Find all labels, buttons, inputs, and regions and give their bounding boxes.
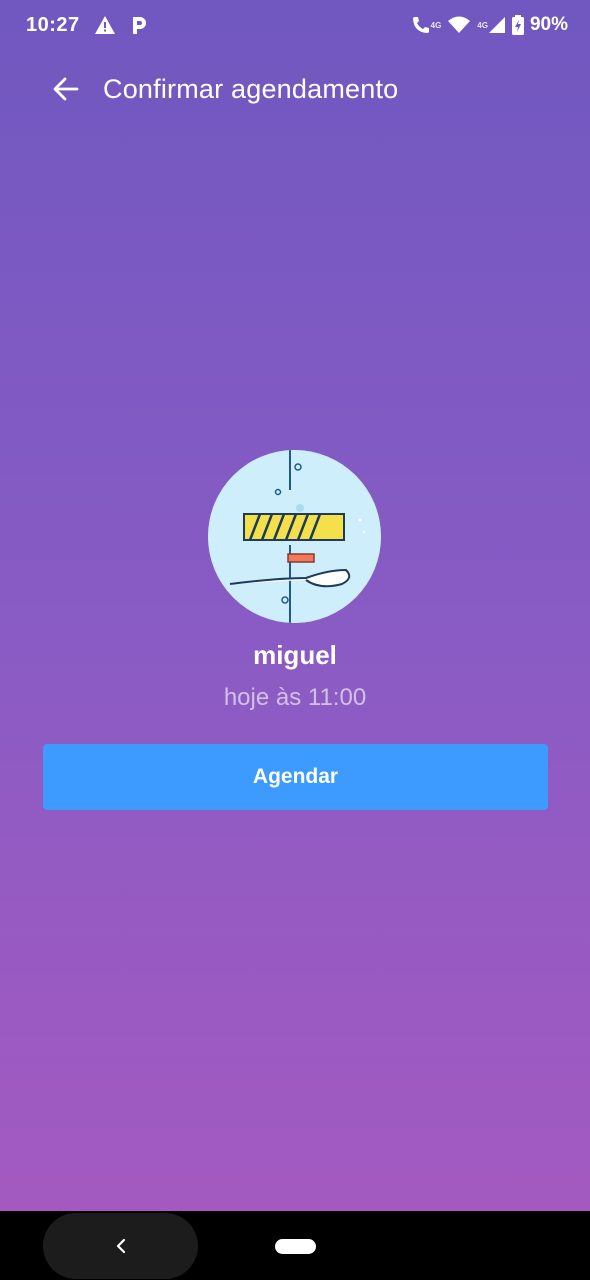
wifi-icon [447,16,471,34]
cell-signal-icon: 4G [477,16,506,34]
battery-percent: 90% [529,14,568,35]
battery-charging-icon [511,15,524,35]
nav-back-button[interactable] [43,1213,198,1279]
user-name: miguel [253,640,337,670]
warning-icon [94,15,116,35]
signal-tag-2: 4G [477,20,488,30]
arrow-left-icon [53,77,79,101]
illustration-avatar [208,450,381,623]
home-pill-icon[interactable] [275,1239,316,1254]
avatar [208,450,381,623]
appointment-time: hoje às 11:00 [223,684,367,711]
status-right: 4G 4G 90% [405,14,568,36]
volte-call-icon: 4G [411,15,442,35]
signal-tag-1: 4G [430,20,442,30]
page-title: Confirmar agendamento [103,73,399,104]
navigation-bar [0,1211,590,1280]
chevron-left-icon [116,1238,125,1254]
status-bar: 10:27 4G 4G 90% [0,0,590,50]
schedule-button[interactable]: Agendar [43,744,548,810]
parking-icon [130,15,148,35]
app-bar: Confirmar agendamento [0,56,590,122]
status-time: 10:27 [26,13,80,36]
status-left: 10:27 [26,14,148,37]
back-button[interactable] [38,61,94,117]
